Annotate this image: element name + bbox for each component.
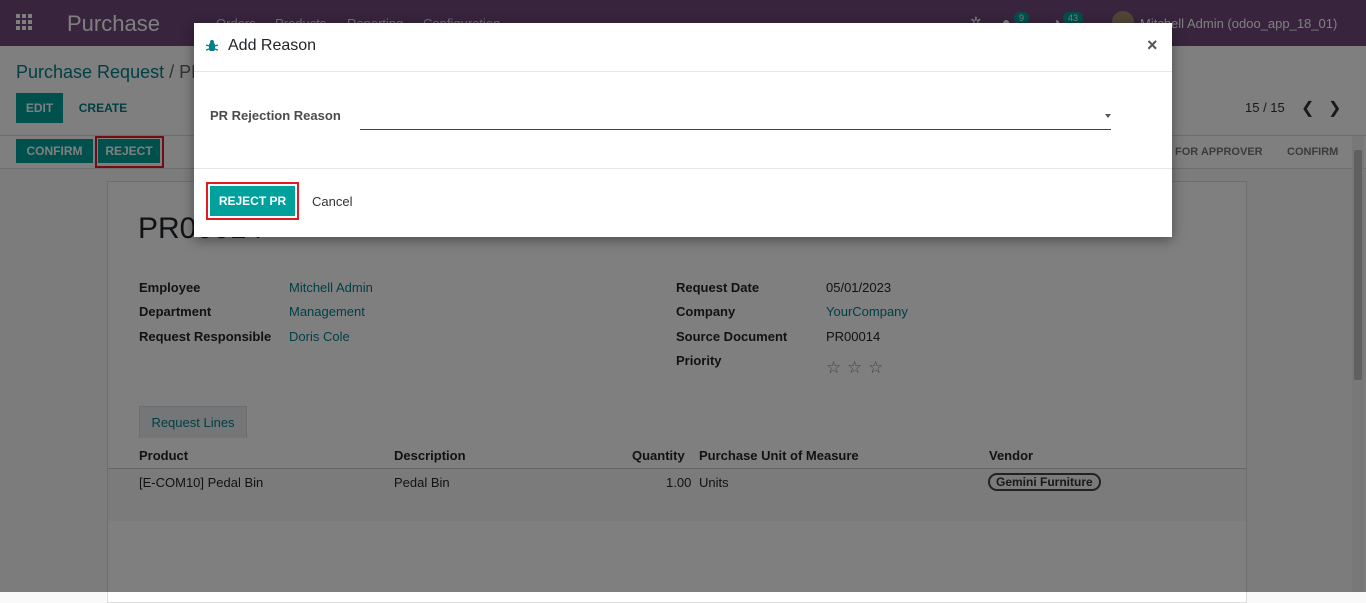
bug-icon <box>205 40 219 51</box>
dialog-title: Add Reason <box>228 37 317 54</box>
add-reason-dialog: Add Reason × PR Rejection Reason REJECT … <box>194 23 1172 237</box>
close-icon[interactable]: × <box>1147 35 1158 56</box>
reject-pr-button-highlight <box>206 182 299 220</box>
rejection-reason-select[interactable] <box>360 103 1111 130</box>
cancel-button[interactable]: Cancel <box>306 186 358 216</box>
dialog-header: Add Reason × <box>194 23 1172 72</box>
dialog-footer: REJECT PR Cancel <box>194 168 1172 238</box>
dropdown-caret-icon[interactable] <box>1105 114 1111 118</box>
rejection-reason-label: PR Rejection Reason <box>210 108 341 123</box>
